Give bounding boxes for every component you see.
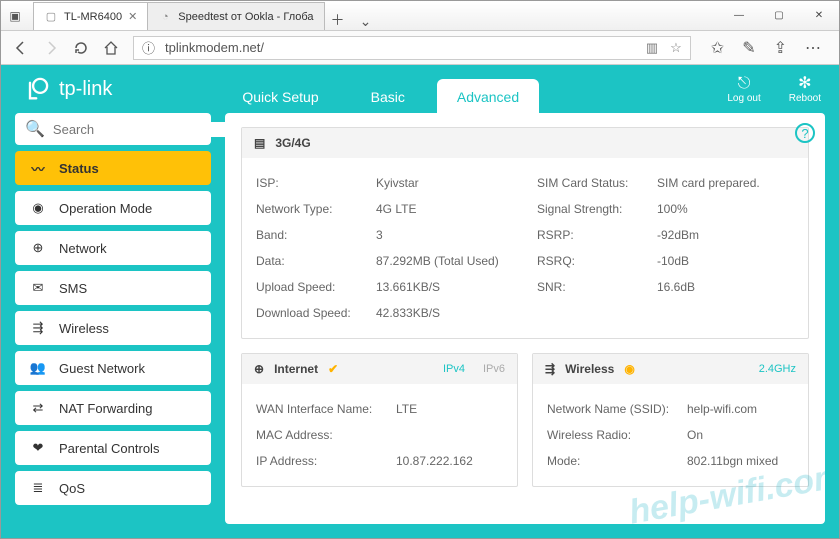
app-header: tp-link Quick Setup Basic Advanced ⎋Log … <box>1 65 839 113</box>
tab-title: TL-MR6400 <box>64 11 122 23</box>
sidebar-item-qos[interactable]: ≣QoS <box>15 471 211 505</box>
favicon-icon: ◔ <box>158 10 172 24</box>
browser-tab[interactable]: ▢ TL-MR6400 ✕ <box>33 2 148 30</box>
sidebar-item-wireless[interactable]: ⇶Wireless <box>15 311 211 345</box>
browser-tab[interactable]: ◔ Speedtest от Ookla - Глоба <box>147 2 324 30</box>
maximize-button[interactable]: ▢ <box>759 1 799 30</box>
back-button[interactable] <box>13 40 29 56</box>
url-text: tplinkmodem.net/ <box>165 40 264 55</box>
sidebar-item-network[interactable]: ⊕Network <box>15 231 211 265</box>
tplink-logo-icon <box>23 75 51 103</box>
home-button[interactable] <box>103 40 119 56</box>
favorites-icon[interactable]: ✩ <box>711 38 724 58</box>
search-icon: 🔍 <box>25 119 45 139</box>
users-icon: 👥 <box>29 360 47 376</box>
logo-text: tp-link <box>59 78 112 101</box>
pulse-icon: 〰 <box>29 159 47 178</box>
browser-toolbar: ⓘ tplinkmodem.net/ ▥ ☆ ✩ ✎ ⇪ ⋯ <box>1 31 839 65</box>
browser-titlebar: ▣ ▢ TL-MR6400 ✕ ◔ Speedtest от Ookla - Г… <box>1 1 839 31</box>
logout-button[interactable]: ⎋Log out <box>727 75 760 104</box>
tab-title: Speedtest от Ookla - Глоба <box>178 11 313 23</box>
tabs-chevron-icon[interactable]: ⌄ <box>352 13 380 30</box>
sidebar-item-status[interactable]: 〰Status <box>15 151 211 185</box>
window-buttons: — ▢ ✕ <box>719 1 839 30</box>
band-tag[interactable]: 2.4GHz <box>759 363 796 375</box>
help-button[interactable]: ? <box>795 123 815 143</box>
new-tab-button[interactable]: ＋ <box>324 10 352 30</box>
tab-strip: ▢ TL-MR6400 ✕ ◔ Speedtest от Ookla - Гло… <box>29 1 719 30</box>
dot-circle-icon: ◉ <box>29 200 47 216</box>
sidebar-item-guest-network[interactable]: 👥Guest Network <box>15 351 211 385</box>
sidebar: 🔍 〰Status ◉Operation Mode ⊕Network ✉SMS … <box>15 113 211 524</box>
ipv4-tab[interactable]: IPv4 <box>443 363 465 375</box>
address-bar[interactable]: ⓘ tplinkmodem.net/ ▥ ☆ <box>133 36 691 60</box>
logout-icon: ⎋ <box>727 75 760 93</box>
nav-basic[interactable]: Basic <box>351 79 425 113</box>
wifi-icon: ⇶ <box>545 362 555 376</box>
wifi-icon: ⇶ <box>29 320 47 336</box>
globe-icon: ⊕ <box>254 362 264 376</box>
card-title: Internet <box>274 362 318 376</box>
tabs-overview-icon[interactable]: ▣ <box>1 1 29 30</box>
content-panel: ? ▤3G/4G ISP:Kyivstar Network Type:4G LT… <box>225 113 825 524</box>
logo: tp-link <box>23 75 112 103</box>
top-nav: Quick Setup Basic Advanced <box>222 65 539 113</box>
app-body: 🔍 〰Status ◉Operation Mode ⊕Network ✉SMS … <box>1 113 839 538</box>
card-title: 3G/4G <box>275 136 310 150</box>
card-3g4g: ▤3G/4G ISP:Kyivstar Network Type:4G LTE … <box>241 127 809 339</box>
nat-icon: ⇄ <box>29 400 47 416</box>
notes-icon[interactable]: ✎ <box>742 38 755 58</box>
reboot-button[interactable]: ✻Reboot <box>789 75 821 104</box>
sidebar-item-parental-controls[interactable]: ❤Parental Controls <box>15 431 211 465</box>
star-icon[interactable]: ☆ <box>670 40 682 56</box>
sidebar-item-operation-mode[interactable]: ◉Operation Mode <box>15 191 211 225</box>
favicon-icon: ▢ <box>44 10 58 24</box>
top-actions: ⎋Log out ✻Reboot <box>727 75 821 104</box>
refresh-button[interactable] <box>73 40 89 56</box>
share-icon[interactable]: ⇪ <box>774 38 787 58</box>
card-wireless: ⇶ Wireless ◉ 2.4GHz Network Name (SSID):… <box>532 353 809 487</box>
forward-button[interactable] <box>43 40 59 56</box>
card-title: Wireless <box>565 362 614 376</box>
qos-icon: ≣ <box>29 480 47 496</box>
ipv6-tab[interactable]: IPv6 <box>483 363 505 375</box>
more-icon[interactable]: ⋯ <box>805 38 821 58</box>
sidebar-item-sms[interactable]: ✉SMS <box>15 271 211 305</box>
wifi-badge-icon: ◉ <box>624 362 634 376</box>
reader-icon[interactable]: ▥ <box>646 40 658 56</box>
globe-icon: ⊕ <box>29 240 47 256</box>
site-info-icon[interactable]: ⓘ <box>142 38 155 57</box>
router-admin-app: tp-link Quick Setup Basic Advanced ⎋Log … <box>1 65 839 538</box>
nav-advanced[interactable]: Advanced <box>437 79 539 113</box>
close-window-button[interactable]: ✕ <box>799 1 839 30</box>
sim-icon: ▤ <box>254 136 265 150</box>
check-badge-icon: ✔ <box>328 362 338 376</box>
mail-icon: ✉ <box>29 280 47 296</box>
close-icon[interactable]: ✕ <box>128 10 137 23</box>
card-internet: ⊕ Internet ✔ IPv4 IPv6 WAN Interface Nam… <box>241 353 518 487</box>
heart-icon: ❤ <box>29 440 47 456</box>
sidebar-item-nat-forwarding[interactable]: ⇄NAT Forwarding <box>15 391 211 425</box>
sidebar-search[interactable]: 🔍 <box>15 113 211 145</box>
search-input[interactable] <box>53 122 229 137</box>
nav-quick-setup[interactable]: Quick Setup <box>222 79 338 113</box>
minimize-button[interactable]: — <box>719 1 759 30</box>
reboot-icon: ✻ <box>789 75 821 93</box>
